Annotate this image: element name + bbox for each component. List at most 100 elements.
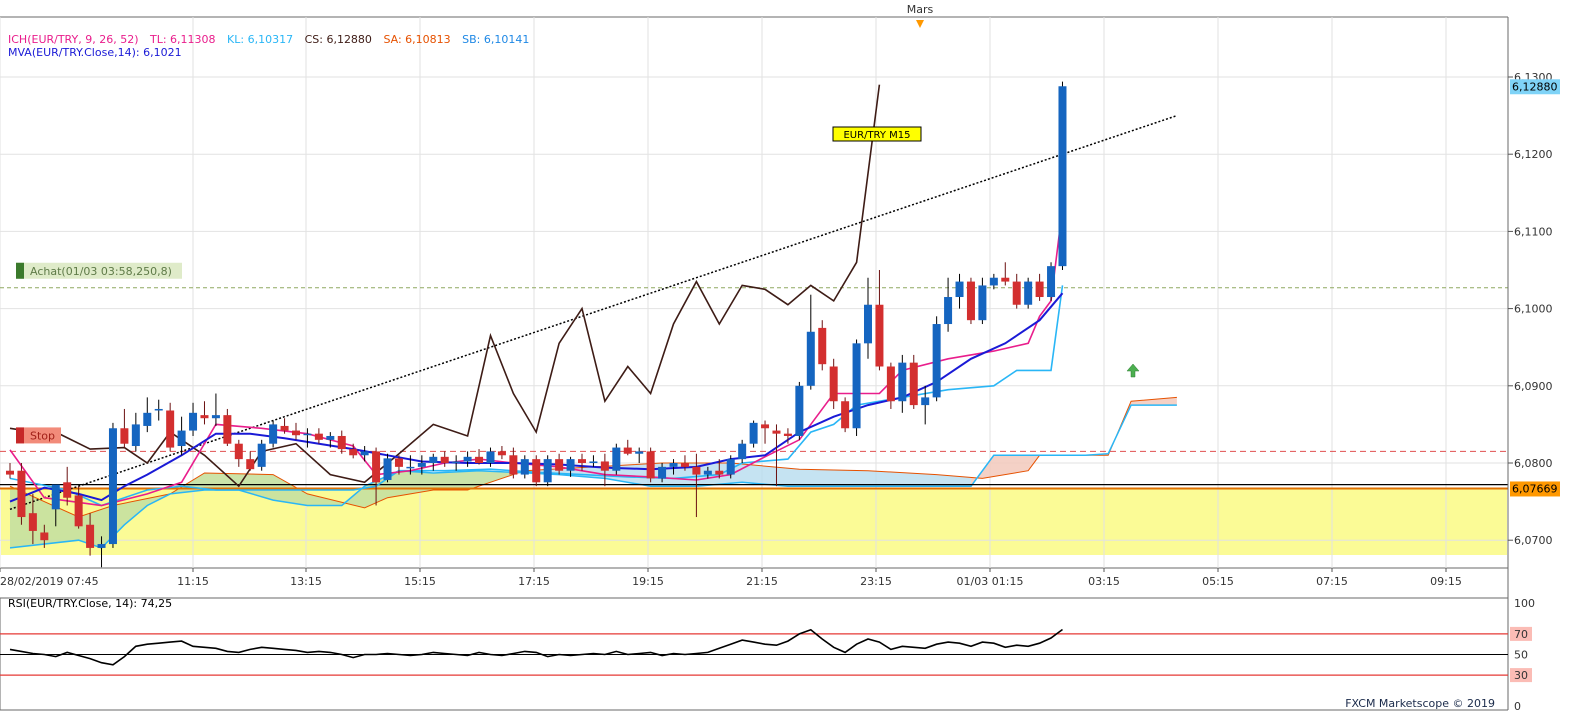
candle-body	[749, 422, 758, 444]
candle-body	[280, 425, 289, 431]
symbol-tag: EUR/TRY M15	[843, 130, 910, 141]
candle-body	[932, 324, 941, 398]
stop-tag-handle	[16, 427, 24, 444]
rsi-legend: RSI(EUR/TRY.Close, 14): 74,25	[8, 597, 173, 610]
candle-body	[1058, 86, 1067, 267]
y-tick-label: 6,1100	[1514, 225, 1553, 238]
candle	[543, 455, 552, 487]
x-tick-label: 23:15	[860, 575, 892, 588]
candle-body	[372, 451, 381, 483]
candle-body	[143, 412, 152, 426]
ichimoku-label: ICH(EUR/TRY, 9, 26, 52)	[8, 33, 139, 46]
chart-root: Mars EUR/TRY M15 Achat(01/03 03:58,250,8) S…	[0, 0, 1583, 720]
candle	[1024, 277, 1033, 309]
candle-body	[246, 459, 255, 470]
candle	[17, 463, 26, 525]
candle-body	[28, 513, 37, 531]
candle-body	[738, 443, 747, 460]
candle-body	[383, 458, 392, 480]
candle-body	[520, 459, 529, 475]
rsi-tick-label: 100	[1514, 597, 1535, 610]
x-tick-label: 11:15	[177, 575, 209, 588]
candle-body	[303, 433, 312, 436]
candle-body	[944, 297, 953, 325]
candle	[108, 422, 117, 548]
candle-body	[783, 433, 792, 436]
candle-body	[852, 343, 861, 429]
candle-body	[978, 285, 987, 321]
candle-body	[177, 430, 186, 447]
candle-body	[200, 415, 209, 419]
support-zone	[1, 488, 1507, 555]
candle-body	[154, 408, 163, 411]
x-tick-label: 09:15	[1430, 575, 1462, 588]
candle-body	[886, 366, 895, 402]
candle-body	[680, 463, 689, 467]
candle-body	[337, 435, 346, 450]
candle	[257, 439, 266, 471]
candle-body	[406, 466, 415, 469]
support-price-label: 6,07669	[1512, 482, 1558, 495]
candle-body	[394, 458, 403, 467]
candle-body	[1024, 281, 1033, 305]
candle-body	[806, 331, 815, 386]
candle-body	[1047, 266, 1056, 298]
candle-body	[189, 412, 198, 431]
buy-tag: Achat(01/03 03:58,250,8)	[30, 265, 172, 278]
candle-body	[211, 415, 220, 419]
candle-body	[463, 456, 472, 462]
candle-body	[257, 443, 266, 467]
candle	[932, 316, 941, 402]
candle-body	[234, 443, 243, 460]
candle-body	[1035, 281, 1044, 298]
candle-body	[658, 466, 667, 479]
candle-body	[532, 459, 541, 483]
tenkan-legend: TL: 6,11308	[149, 33, 216, 46]
candle-body	[17, 470, 26, 518]
candle-body	[795, 385, 804, 436]
candle-body	[349, 449, 358, 456]
candle-body	[497, 451, 506, 456]
x-tick-label: 01/03 01:15	[957, 575, 1024, 588]
candle-body	[6, 470, 14, 475]
candle-body	[841, 401, 850, 429]
senkou-b-legend: SB: 6,10141	[462, 33, 530, 46]
candle-body	[1012, 281, 1021, 305]
candle-body	[131, 424, 140, 447]
candle-body	[360, 451, 369, 456]
candle	[852, 339, 861, 436]
candle	[269, 420, 278, 448]
candle	[795, 381, 804, 440]
y-tick-label: 6,0900	[1514, 380, 1553, 393]
x-tick-label: 28/02/2019 07:45	[0, 575, 99, 588]
candle	[1058, 81, 1067, 270]
senkou-a-legend: SA: 6,10813	[383, 33, 451, 46]
chart-svg: Mars EUR/TRY M15 Achat(01/03 03:58,250,8) S…	[0, 0, 1583, 720]
stop-tag: Stop	[30, 429, 55, 442]
candle-body	[966, 281, 975, 321]
candle	[909, 354, 918, 409]
candle-body	[166, 410, 175, 448]
candle-body	[875, 304, 884, 367]
candle-body	[555, 459, 564, 471]
candle-body	[475, 456, 484, 463]
candle-body	[669, 463, 678, 467]
candle-body	[120, 428, 129, 444]
month-label: Mars	[907, 3, 934, 16]
candle-body	[314, 433, 323, 440]
candle-body	[74, 495, 83, 527]
rsi-tick-label: 70	[1514, 628, 1528, 641]
candle-body	[51, 484, 60, 510]
candle-body	[40, 532, 49, 541]
candle-body	[1001, 277, 1010, 282]
candle-body	[864, 304, 872, 344]
y-tick-label: 6,1200	[1514, 148, 1553, 161]
candle-body	[703, 470, 712, 475]
candle-body	[600, 461, 609, 471]
rsi-tick-label: 50	[1514, 649, 1528, 662]
current-price-label: 6,12880	[1512, 80, 1558, 93]
x-tick-label: 05:15	[1202, 575, 1234, 588]
y-tick-label: 6,0800	[1514, 457, 1553, 470]
watermark: FXCM Marketscope © 2019	[1345, 697, 1495, 710]
candle-body	[326, 435, 335, 440]
